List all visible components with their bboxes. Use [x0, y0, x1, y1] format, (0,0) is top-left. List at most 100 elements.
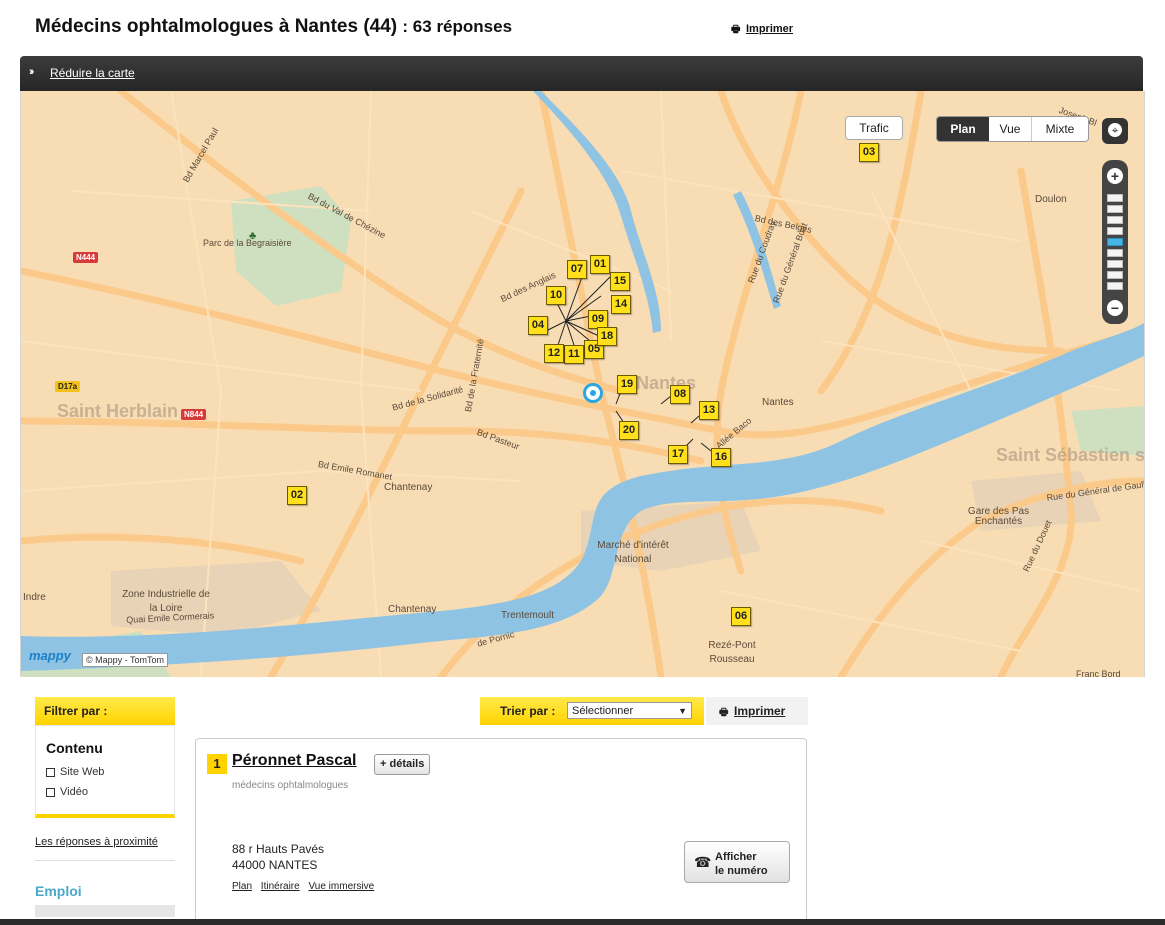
emploi-bar — [35, 905, 175, 917]
show-phone-line1: Afficher — [715, 851, 757, 863]
map-label-chantenay: Chantenay — [384, 482, 433, 493]
zoom-level-step[interactable] — [1107, 271, 1123, 279]
zoom-level-step[interactable] — [1107, 216, 1123, 224]
map-marker-01[interactable]: 01 — [590, 255, 610, 274]
map-marker-12[interactable]: 12 — [544, 344, 564, 363]
map-marker-16[interactable]: 16 — [711, 448, 731, 467]
map-marker-02[interactable]: 02 — [287, 486, 307, 505]
show-phone-label: Afficher le numéro — [715, 850, 768, 878]
result-card: 1 Péronnet Pascal + détails médecins oph… — [195, 738, 807, 925]
zoom-level-step[interactable] — [1107, 260, 1123, 268]
map-label-nantes-station: Nantes — [762, 397, 794, 408]
double-chevron-icon: ›› — [29, 66, 35, 78]
map-label-park: Parc de la Begraisière — [203, 238, 292, 248]
map-label-indre: Indre — [23, 592, 46, 603]
checkbox-icon — [46, 787, 55, 797]
show-phone-line2: le numéro — [715, 865, 768, 877]
map-marker-19[interactable]: 19 — [617, 375, 637, 394]
reduce-map-link[interactable]: Réduire la carte — [50, 66, 135, 80]
filter-section-title: Contenu — [46, 740, 103, 756]
checkbox-icon — [46, 767, 55, 777]
page-title-text: Médecins ophtalmologues à Nantes (44) — [35, 16, 398, 37]
zoom-in-button[interactable]: + — [1107, 168, 1123, 184]
map-label-doulon: Doulon — [1035, 194, 1067, 205]
zoom-out-button[interactable]: − — [1107, 300, 1123, 316]
map-label-marche: Marché d'intérêt National — [597, 540, 669, 565]
traffic-button[interactable]: Trafic — [845, 116, 903, 140]
zoom-level-step[interactable] — [1107, 282, 1123, 290]
filter-option-label: Vidéo — [60, 786, 88, 798]
page-title: Médecins ophtalmologues à Nantes (44) : … — [35, 16, 512, 38]
current-location-pin-icon[interactable] — [583, 383, 603, 403]
crosshair-icon: ⌖ — [1108, 123, 1122, 137]
map-view[interactable]: Parc de la Begraisière ♣ Bd Marcel Paul … — [20, 91, 1145, 677]
result-speciality: médecins ophtalmologues — [232, 780, 349, 791]
result-count: : 63 réponses — [402, 17, 513, 36]
road-tag-n444: N444 — [73, 252, 99, 263]
filter-header: Filtrer par : — [35, 697, 175, 725]
map-marker-15[interactable]: 15 — [610, 272, 630, 291]
map-marker-13[interactable]: 13 — [699, 401, 719, 420]
map-marker-14[interactable]: 14 — [611, 295, 631, 314]
map-type-vue-button[interactable]: Vue — [989, 117, 1032, 141]
map-label-saint-herblain: Saint Herblain — [57, 401, 179, 421]
filter-video-checkbox[interactable]: Vidéo — [46, 786, 164, 798]
map-marker-18[interactable]: 18 — [597, 327, 617, 346]
sort-bar: Trier par : Sélectionner ▼ — [480, 697, 704, 725]
bottom-strip — [0, 919, 1165, 925]
filter-box: Contenu Site Web Vidéo — [35, 725, 175, 818]
map-type-mixte-button[interactable]: Mixte — [1032, 117, 1088, 141]
print-link-top[interactable]: 🖶 Imprimer — [731, 22, 793, 39]
zoom-level-step[interactable] — [1107, 227, 1123, 235]
print-label: Imprimer — [746, 23, 794, 35]
zoom-control: + − — [1102, 160, 1128, 324]
plan-link[interactable]: Plan — [232, 881, 252, 892]
details-button[interactable]: + détails — [374, 754, 431, 775]
map-label-gare-pas-enchantes: Gare des Pas Enchantés — [967, 506, 1030, 527]
map-type-plan-button[interactable]: Plan — [937, 117, 989, 141]
road-tag-n844: N844 — [181, 409, 207, 420]
emploi-heading: Emploi — [35, 883, 82, 899]
nearby-results-link[interactable]: Les réponses à proximité — [35, 836, 175, 861]
map-marker-04[interactable]: 04 — [528, 316, 548, 335]
map-marker-11[interactable]: 11 — [564, 345, 584, 364]
map-label-trentemoult: Trentemoult — [501, 610, 554, 621]
phone-icon: ☎ — [694, 854, 712, 870]
mappy-logo: mappy — [29, 648, 71, 663]
result-index-badge: 1 — [207, 754, 227, 774]
map-marker-07[interactable]: 07 — [567, 260, 587, 279]
zoom-level-current[interactable] — [1107, 238, 1123, 246]
map-label-reze: Rezé-Pont Rousseau — [708, 640, 756, 665]
map-marker-20[interactable]: 20 — [619, 421, 639, 440]
geolocate-button[interactable]: ⌖ — [1102, 118, 1128, 144]
result-name-link[interactable]: Péronnet Pascal — [232, 752, 357, 770]
immersive-view-link[interactable]: Vue immersive — [308, 881, 374, 892]
print-label: Imprimer — [734, 704, 786, 718]
map-label-franc-bord: Franc Bord — [1076, 669, 1121, 677]
map-marker-08[interactable]: 08 — [670, 385, 690, 404]
print-button[interactable]: 🖶 Imprimer — [706, 697, 808, 725]
sort-select-value: Sélectionner — [572, 705, 634, 717]
printer-icon: 🖶 — [731, 24, 741, 35]
result-links: Plan Itinéraire Vue immersive — [232, 881, 380, 892]
filter-sidebar: Filtrer par : Contenu Site Web Vidéo Les… — [35, 697, 175, 917]
sort-select[interactable]: Sélectionner ▼ — [567, 702, 692, 719]
result-street: 88 r Hauts Pavés — [232, 842, 325, 856]
map-marker-10[interactable]: 10 — [546, 286, 566, 305]
filter-option-label: Site Web — [60, 766, 105, 778]
tree-icon: ♣ — [249, 230, 257, 242]
map-copyright[interactable]: © Mappy - TomTom — [82, 653, 168, 667]
page-header: Médecins ophtalmologues à Nantes (44) : … — [35, 14, 1035, 44]
zoom-level-step[interactable] — [1107, 205, 1123, 213]
show-phone-button[interactable]: ☎ Afficher le numéro — [684, 841, 790, 883]
map-marker-17[interactable]: 17 — [668, 445, 688, 464]
map-marker-03[interactable]: 03 — [859, 143, 879, 162]
zoom-level-step[interactable] — [1107, 249, 1123, 257]
zoom-level-step[interactable] — [1107, 194, 1123, 202]
map-marker-06[interactable]: 06 — [731, 607, 751, 626]
filter-website-checkbox[interactable]: Site Web — [46, 766, 164, 778]
dropdown-arrow-icon: ▼ — [678, 706, 687, 716]
result-city: 44000 NANTES — [232, 858, 318, 872]
itinerary-link[interactable]: Itinéraire — [261, 881, 300, 892]
map-toolbar: ›› Réduire la carte — [20, 56, 1143, 91]
